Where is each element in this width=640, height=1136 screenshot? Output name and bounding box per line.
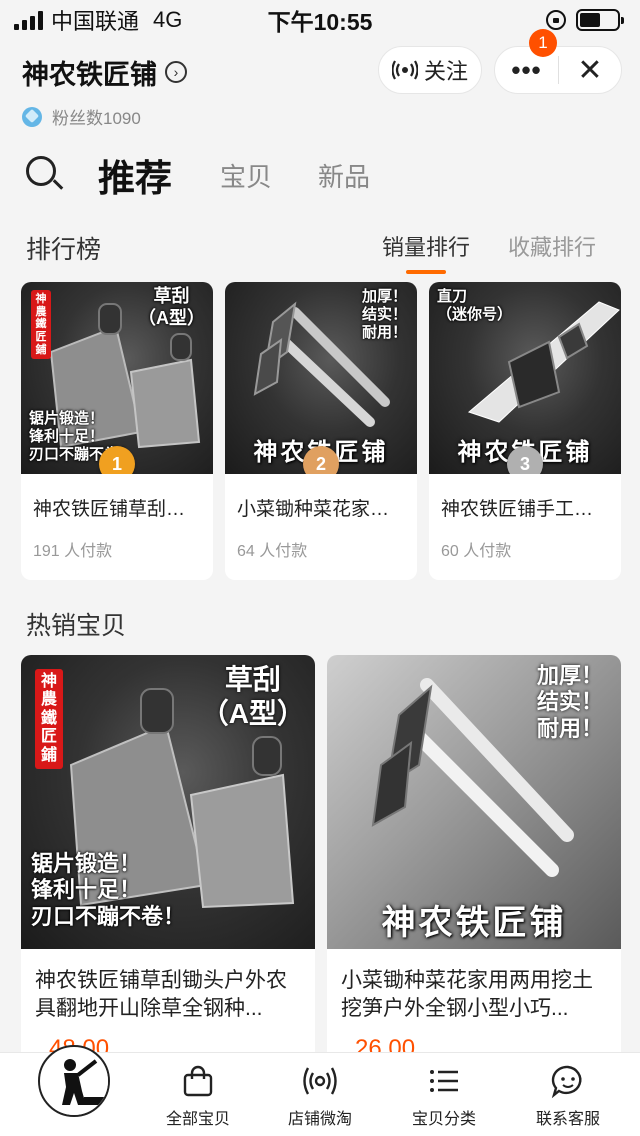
tab-products[interactable]: 宝贝 bbox=[220, 157, 272, 194]
nav-customer-service[interactable]: 联系客服 bbox=[518, 1063, 618, 1129]
close-icon[interactable]: ✕ bbox=[559, 53, 621, 88]
notification-badge: 1 bbox=[529, 28, 557, 57]
broadcast-icon bbox=[303, 1067, 337, 1095]
nav-label: 全部宝贝 bbox=[165, 1111, 230, 1128]
ranking-card[interactable]: 神 農 鐵 匠 鋪 草刮 （A型） 锯片锻造！ 锋利十足！ 刃口不蹦不卷！ 1 … bbox=[21, 282, 213, 580]
sold-count: 60 人付款 bbox=[441, 543, 512, 560]
nav-label: 联系客服 bbox=[535, 1111, 600, 1128]
chat-face-icon bbox=[551, 1065, 582, 1099]
product-image: 神 農 鐵 匠 鋪 草刮 （A型） 锯片锻造！ 锋利十足！ 刃口不蹦不卷！ bbox=[21, 655, 315, 949]
list-icon bbox=[430, 1070, 458, 1092]
tab-sales-rank[interactable]: 销量排行 bbox=[382, 230, 470, 274]
tab-new[interactable]: 新品 bbox=[318, 157, 370, 194]
nav-label: 宝贝分类 bbox=[411, 1111, 476, 1128]
tab-recommend[interactable]: 推荐 bbox=[98, 148, 172, 202]
nav-label: 店铺微淘 bbox=[287, 1111, 352, 1128]
product-name: 小菜锄种菜花家用两用挖土挖笋户外全钢小型小巧... bbox=[341, 969, 593, 1020]
nav-categories[interactable]: 宝贝分类 bbox=[394, 1063, 494, 1129]
shopping-bag-icon bbox=[183, 1065, 213, 1097]
image-caption: 加厚！ 结实！ 耐用！ bbox=[361, 288, 407, 341]
mini-program-capsule: ••• 1 ✕ bbox=[494, 28, 622, 94]
hot-product-card[interactable]: 加厚！ 结实！ 耐用！ 神农铁匠铺 小菜锄种菜花家用两用挖土挖笋户外全钢小型小巧… bbox=[327, 655, 621, 1075]
rank-medal: 3 bbox=[507, 446, 543, 474]
sold-count: 64 人付款 bbox=[237, 543, 308, 560]
product-image: 加厚！ 结实！ 耐用！ 神农铁匠铺 2 bbox=[225, 282, 417, 474]
product-image: 直刀 （迷你号） 神农铁匠铺 3 bbox=[429, 282, 621, 474]
follow-label: 关注 bbox=[423, 59, 468, 84]
battery-icon bbox=[576, 9, 624, 31]
shop-logo[interactable] bbox=[38, 1045, 110, 1117]
network-type: 4G bbox=[153, 7, 183, 32]
brand-seal: 神 農 鐵 匠 鋪 bbox=[35, 669, 63, 769]
ranking-card[interactable]: 加厚！ 结实！ 耐用！ 神农铁匠铺 2 小菜锄种菜花家用两用挖土 64 人付款 bbox=[225, 282, 417, 580]
signal-icon bbox=[14, 10, 43, 30]
shop-watermark: 神农铁匠铺 bbox=[381, 903, 567, 943]
product-name: 小菜锄种菜花家用两用挖土 bbox=[237, 499, 405, 520]
image-caption: 草刮 （A型） bbox=[138, 286, 205, 328]
nav-all-products[interactable]: 全部宝贝 bbox=[148, 1063, 248, 1129]
ranking-tabs: 销量排行 收藏排行 bbox=[382, 230, 596, 274]
tab-favorites-rank[interactable]: 收藏排行 bbox=[508, 230, 596, 262]
fans-label: 粉丝数1090 bbox=[52, 109, 141, 128]
product-name: 神农铁匠铺草刮锄头户外农具 bbox=[33, 499, 201, 520]
shop-name[interactable]: 神农铁匠铺 bbox=[22, 53, 157, 92]
rotation-lock-icon bbox=[546, 10, 566, 30]
sold-count: 191 人付款 bbox=[33, 543, 113, 560]
image-slogan: 锯片锻造！ 锋利十足！ 刃口不蹦不卷！ bbox=[31, 851, 186, 929]
search-icon[interactable] bbox=[26, 156, 64, 194]
broadcast-icon bbox=[391, 60, 418, 80]
more-button[interactable]: ••• 1 bbox=[495, 28, 558, 86]
follow-button[interactable]: 关注 bbox=[378, 46, 482, 94]
product-image: 神 農 鐵 匠 鋪 草刮 （A型） 锯片锻造！ 锋利十足！ 刃口不蹦不卷！ 1 bbox=[21, 282, 213, 474]
hot-product-card[interactable]: 神 農 鐵 匠 鋪 草刮 （A型） 锯片锻造！ 锋利十足！ 刃口不蹦不卷！ 神农… bbox=[21, 655, 315, 1075]
ranking-title: 排行榜 bbox=[26, 236, 102, 264]
hot-title: 热销宝贝 bbox=[26, 612, 127, 640]
image-caption: 草刮 （A型） bbox=[200, 664, 305, 729]
product-name: 神农铁匠铺手工锻打直刀 bbox=[441, 499, 609, 520]
rank-medal: 1 bbox=[99, 446, 135, 474]
fans-count: 粉丝数1090 bbox=[22, 104, 141, 129]
blacksmith-logo-icon bbox=[42, 1049, 108, 1115]
ranking-card[interactable]: 直刀 （迷你号） 神农铁匠铺 3 神农铁匠铺手工锻打直刀 60 人付款 bbox=[429, 282, 621, 580]
chevron-right-icon[interactable]: › bbox=[165, 61, 187, 83]
product-image: 加厚！ 结实！ 耐用！ 神农铁匠铺 bbox=[327, 655, 621, 949]
image-caption: 加厚！ 结实！ 耐用！ bbox=[536, 663, 603, 741]
carrier-name: 中国联通 bbox=[51, 9, 140, 34]
product-name: 神农铁匠铺草刮锄头户外农具翻地开山除草全钢种... bbox=[35, 969, 287, 1020]
shop-tabs: 推荐 宝贝 新品 bbox=[26, 148, 416, 202]
brand-seal: 神 農 鐵 匠 鋪 bbox=[31, 290, 51, 360]
image-caption: 直刀 （迷你号） bbox=[437, 288, 513, 323]
rank-medal: 2 bbox=[303, 446, 339, 474]
bottom-nav: 全部宝贝 店铺微淘 宝贝分类 联系客服 bbox=[0, 1045, 640, 1136]
fans-badge-icon bbox=[22, 106, 42, 127]
nav-shop-feed[interactable]: 店铺微淘 bbox=[270, 1063, 370, 1129]
shop-header: 神农铁匠铺 › 关注 ••• 1 ✕ bbox=[22, 28, 622, 100]
